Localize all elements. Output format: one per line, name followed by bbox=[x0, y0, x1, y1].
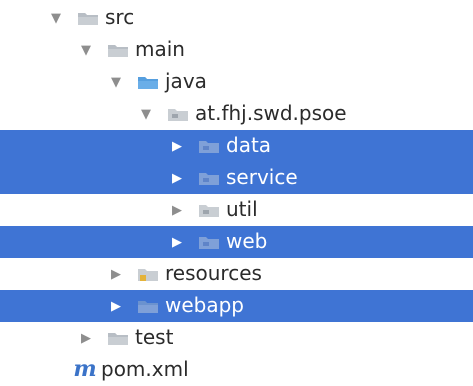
tree-node-web[interactable]: ▶ web bbox=[0, 226, 473, 258]
tree-node-label: data bbox=[226, 133, 272, 157]
expanded-arrow-icon[interactable]: ▼ bbox=[77, 41, 95, 59]
collapsed-arrow-icon[interactable]: ▶ bbox=[168, 137, 186, 155]
collapsed-arrow-icon[interactable]: ▶ bbox=[168, 169, 186, 187]
tree-node-webapp[interactable]: ▶ webapp bbox=[0, 290, 473, 322]
tree-node-label: util bbox=[226, 197, 258, 221]
tree-node-service[interactable]: ▶ service bbox=[0, 162, 473, 194]
tree-node-pom[interactable]: m pom.xml bbox=[0, 354, 473, 386]
tree-node-label: at.fhj.swd.psoe bbox=[195, 101, 347, 125]
project-tree: ▼ src ▼ main ▼ java ▼ at.fhj.swd.psoe ▶ … bbox=[0, 2, 473, 384]
tree-node-label: test bbox=[135, 325, 174, 349]
folder-icon bbox=[77, 9, 99, 27]
folder-icon bbox=[137, 297, 159, 315]
tree-node-util[interactable]: ▶ util bbox=[0, 194, 473, 226]
tree-node-src[interactable]: ▼ src bbox=[0, 2, 473, 34]
tree-node-label: src bbox=[105, 5, 135, 29]
source-folder-icon bbox=[137, 73, 159, 91]
collapsed-arrow-icon[interactable]: ▶ bbox=[107, 265, 125, 283]
folder-icon bbox=[107, 329, 129, 347]
tree-node-main[interactable]: ▼ main bbox=[0, 34, 473, 66]
tree-node-java[interactable]: ▼ java bbox=[0, 66, 473, 98]
maven-icon: m bbox=[73, 356, 97, 382]
tree-node-package-root[interactable]: ▼ at.fhj.swd.psoe bbox=[0, 98, 473, 130]
expanded-arrow-icon[interactable]: ▼ bbox=[107, 73, 125, 91]
folder-icon bbox=[107, 41, 129, 59]
collapsed-arrow-icon[interactable]: ▶ bbox=[77, 329, 95, 347]
tree-node-data[interactable]: ▶ data bbox=[0, 130, 473, 162]
expanded-arrow-icon[interactable]: ▼ bbox=[47, 9, 65, 27]
expanded-arrow-icon[interactable]: ▼ bbox=[137, 105, 155, 123]
package-icon bbox=[198, 201, 220, 219]
tree-node-label: webapp bbox=[165, 293, 245, 317]
tree-node-label: pom.xml bbox=[101, 357, 189, 381]
collapsed-arrow-icon[interactable]: ▶ bbox=[107, 297, 125, 315]
tree-node-label: resources bbox=[165, 261, 262, 285]
resources-folder-icon bbox=[137, 265, 159, 283]
package-icon bbox=[198, 137, 220, 155]
package-icon bbox=[198, 233, 220, 251]
tree-node-label: java bbox=[165, 69, 207, 93]
tree-node-label: service bbox=[226, 165, 298, 189]
tree-node-test[interactable]: ▶ test bbox=[0, 322, 473, 354]
tree-node-label: web bbox=[226, 229, 268, 253]
collapsed-arrow-icon[interactable]: ▶ bbox=[168, 201, 186, 219]
tree-node-label: main bbox=[135, 37, 185, 61]
tree-node-resources[interactable]: ▶ resources bbox=[0, 258, 473, 290]
package-icon bbox=[167, 105, 189, 123]
collapsed-arrow-icon[interactable]: ▶ bbox=[168, 233, 186, 251]
package-icon bbox=[198, 169, 220, 187]
